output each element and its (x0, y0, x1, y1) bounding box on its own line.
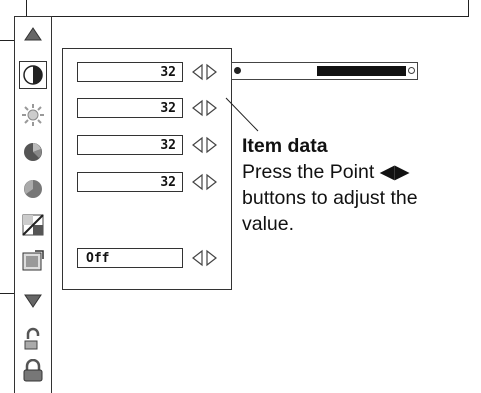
top-frame (26, 0, 469, 17)
adjust-arrows[interactable] (190, 99, 220, 117)
leader-line (0, 293, 15, 294)
color-value: 32 (77, 135, 183, 155)
adjust-arrows[interactable] (190, 136, 220, 154)
sharpness-icon[interactable] (21, 213, 45, 237)
image-reset-icon[interactable] (21, 249, 45, 273)
slider-max-marker (408, 67, 415, 74)
scroll-up-arrow-icon[interactable] (21, 22, 45, 46)
tint-icon[interactable] (21, 177, 45, 201)
caption-line: Press the Point ◀▶ (242, 161, 410, 183)
caption-line: buttons to adjust the (242, 187, 418, 209)
slider-track (244, 66, 406, 76)
caption-line: value. (242, 213, 295, 235)
lock-icon[interactable] (21, 359, 45, 383)
contrast-value: 32 (77, 62, 183, 82)
slider-fill (244, 66, 318, 76)
color-icon[interactable] (21, 140, 45, 164)
adjust-arrows[interactable] (190, 249, 220, 267)
slider-min-marker (234, 67, 241, 74)
adjust-arrows[interactable] (190, 63, 220, 81)
reset-value: Off (77, 248, 183, 268)
menu-icon-column (14, 16, 52, 393)
callout-pointer (225, 97, 259, 132)
caption-title: Item data (242, 135, 328, 157)
item-data-caption: Item data Press the Point ◀▶ buttons to … (242, 133, 480, 237)
contrast-icon[interactable] (19, 61, 47, 89)
adjust-arrows[interactable] (190, 173, 220, 191)
tint-value: 32 (77, 172, 183, 192)
level-slider[interactable] (231, 62, 418, 80)
scroll-down-arrow-icon[interactable] (21, 289, 45, 313)
leader-line (0, 40, 15, 41)
brightness-value: 32 (77, 98, 183, 118)
store-icon[interactable] (21, 327, 45, 351)
item-data-panel: 32 32 32 32 Off (62, 48, 232, 290)
brightness-icon[interactable] (21, 103, 45, 127)
